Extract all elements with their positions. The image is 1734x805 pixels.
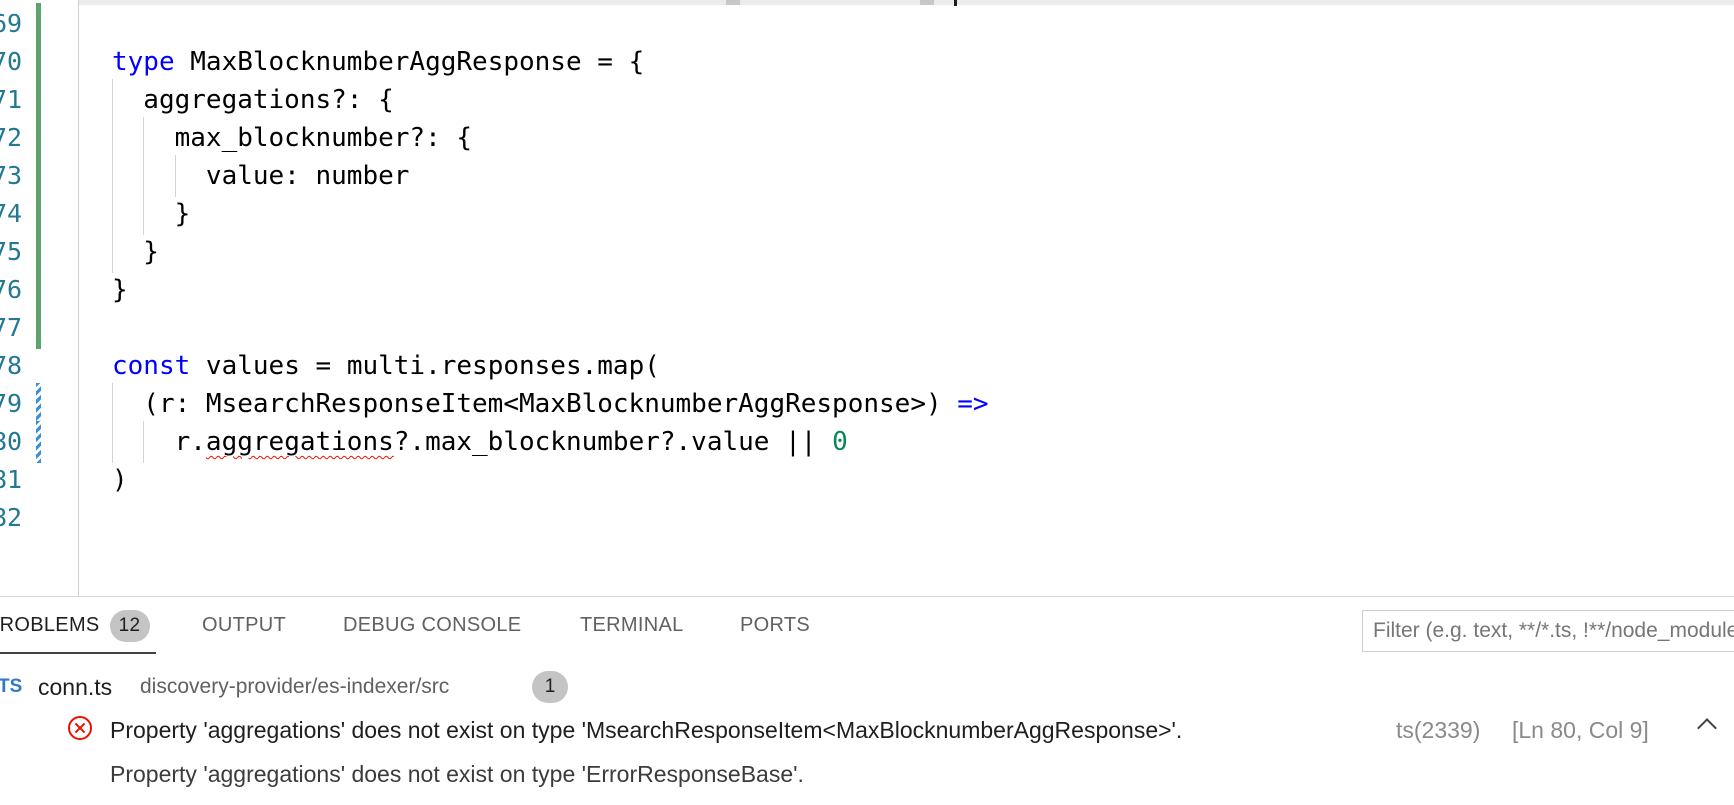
line-number[interactable]: 78 (0, 345, 32, 387)
code-text[interactable]: ) (112, 459, 128, 501)
line-number[interactable]: 79 (0, 383, 32, 425)
code-line[interactable]: 79 (r: MsearchResponseItem<MaxBlocknumbe… (0, 383, 1734, 425)
code-text[interactable]: } (112, 193, 191, 235)
added-line-decoration[interactable] (36, 307, 41, 349)
line-number[interactable]: 69 (0, 3, 32, 45)
added-line-decoration[interactable] (36, 231, 41, 273)
code-token: } (112, 199, 191, 229)
related-message: Property 'aggregations' does not exist o… (110, 761, 804, 787)
added-line-decoration[interactable] (36, 269, 41, 311)
code-token: ?.max_blocknumber?.value || (393, 427, 833, 457)
active-tab-indicator (0, 652, 156, 654)
code-line[interactable]: 75 } (0, 231, 1734, 273)
tab-terminal[interactable]: TERMINAL (580, 597, 684, 653)
code-text[interactable]: r.aggregations?.max_blocknumber?.value |… (112, 421, 848, 463)
code-token: } (112, 237, 159, 267)
tab-output[interactable]: OUTPUT (202, 597, 286, 653)
file-path: discovery-provider/es-indexer/src (140, 675, 450, 698)
problems-filter-input[interactable]: Filter (e.g. text, **/*.ts, !**/node_mod… (1362, 610, 1734, 652)
code-token: values = multi.responses.map( (190, 351, 660, 381)
added-line-decoration[interactable] (36, 79, 41, 121)
keyword-token: const (112, 351, 191, 381)
code-line[interactable]: 81) (0, 459, 1734, 501)
keyword-token: type (112, 47, 175, 77)
added-line-decoration[interactable] (36, 155, 41, 197)
code-token: value: number (112, 161, 410, 191)
code-text[interactable]: value: number (112, 155, 410, 197)
problem-file-row[interactable]: TS conn.ts discovery-provider/es-indexer… (0, 667, 1734, 707)
line-number[interactable]: 82 (0, 497, 32, 539)
code-text[interactable]: } (112, 269, 128, 311)
file-problem-count-badge: 1 (532, 671, 568, 703)
code-line[interactable]: 77 (0, 307, 1734, 349)
code-line[interactable]: 71 aggregations?: { (0, 79, 1734, 121)
number-token: 0 (832, 427, 848, 457)
code-line[interactable]: 69 (0, 3, 1734, 45)
line-number[interactable]: 80 (0, 421, 32, 463)
added-line-decoration[interactable] (36, 3, 41, 45)
related-info-item[interactable]: Property 'aggregations' does not exist o… (0, 753, 1734, 795)
code-line[interactable]: 78 const values = multi.responses.map( (0, 345, 1734, 387)
code-token: r. (112, 427, 206, 457)
code-token: (r: MsearchResponseItem<MaxBlocknumberAg… (112, 389, 958, 419)
error-icon (68, 716, 92, 740)
line-number[interactable]: 74 (0, 193, 32, 235)
chevron-up-icon[interactable] (1697, 718, 1717, 738)
line-number[interactable]: 77 (0, 307, 32, 349)
added-line-decoration[interactable] (36, 193, 41, 235)
code-editor[interactable]: 6970type MaxBlocknumberAggResponse = {71… (0, 0, 1734, 596)
code-token: MaxBlocknumberAggResponse = { (174, 47, 645, 77)
code-token: max_blocknumber?: { (112, 123, 473, 153)
code-text[interactable]: } (112, 231, 159, 273)
tab-ports[interactable]: PORTS (740, 597, 810, 653)
problems-count-badge: 12 (109, 609, 150, 642)
problem-message: Property 'aggregations' does not exist o… (110, 717, 1183, 743)
modified-line-decoration[interactable] (36, 421, 41, 463)
code-text[interactable]: (r: MsearchResponseItem<MaxBlocknumberAg… (112, 383, 989, 425)
code-token: } (112, 275, 128, 305)
line-number[interactable]: 72 (0, 117, 32, 159)
typescript-file-icon: TS (0, 676, 23, 697)
modified-line-decoration[interactable] (36, 383, 41, 425)
line-number[interactable]: 81 (0, 459, 32, 501)
code-text[interactable]: type MaxBlocknumberAggResponse = { (112, 41, 644, 83)
line-number[interactable]: 70 (0, 41, 32, 83)
added-line-decoration[interactable] (36, 117, 41, 159)
problem-item[interactable]: Property 'aggregations' does not exist o… (0, 709, 1734, 751)
line-number[interactable]: 75 (0, 231, 32, 273)
problem-code: ts(2339) (1396, 717, 1481, 743)
keyword-token: => (957, 389, 989, 419)
bottom-panel: PROBLEMS 12 OUTPUT DEBUG CONSOLE TERMINAL… (0, 596, 1734, 805)
tab-problems[interactable]: PROBLEMS 12 (0, 597, 150, 653)
code-line[interactable]: 72 max_blocknumber?: { (0, 117, 1734, 159)
code-line[interactable]: 80 r.aggregations?.max_blocknumber?.valu… (0, 421, 1734, 463)
code-text[interactable]: aggregations?: { (112, 79, 394, 121)
code-text[interactable]: const values = multi.responses.map( (112, 345, 660, 387)
problem-location: [Ln 80, Col 9] (1512, 717, 1649, 743)
code-text[interactable]: max_blocknumber?: { (112, 117, 472, 159)
code-token: ) (112, 465, 128, 495)
line-number[interactable]: 76 (0, 269, 32, 311)
code-line[interactable]: 74 } (0, 193, 1734, 235)
tab-problems-label: PROBLEMS (0, 614, 100, 636)
added-line-decoration[interactable] (36, 41, 41, 83)
tab-debug-console[interactable]: DEBUG CONSOLE (343, 597, 521, 653)
error-squiggle-token: aggregations (205, 427, 394, 457)
line-number[interactable]: 71 (0, 79, 32, 121)
code-line[interactable]: 70 type MaxBlocknumberAggResponse = { (0, 41, 1734, 83)
file-name: conn.ts (38, 674, 113, 700)
code-line[interactable]: 73 value: number (0, 155, 1734, 197)
code-line[interactable]: 82 (0, 497, 1734, 539)
code-token: aggregations?: { (112, 85, 394, 115)
code-line[interactable]: 76} (0, 269, 1734, 311)
line-number[interactable]: 73 (0, 155, 32, 197)
